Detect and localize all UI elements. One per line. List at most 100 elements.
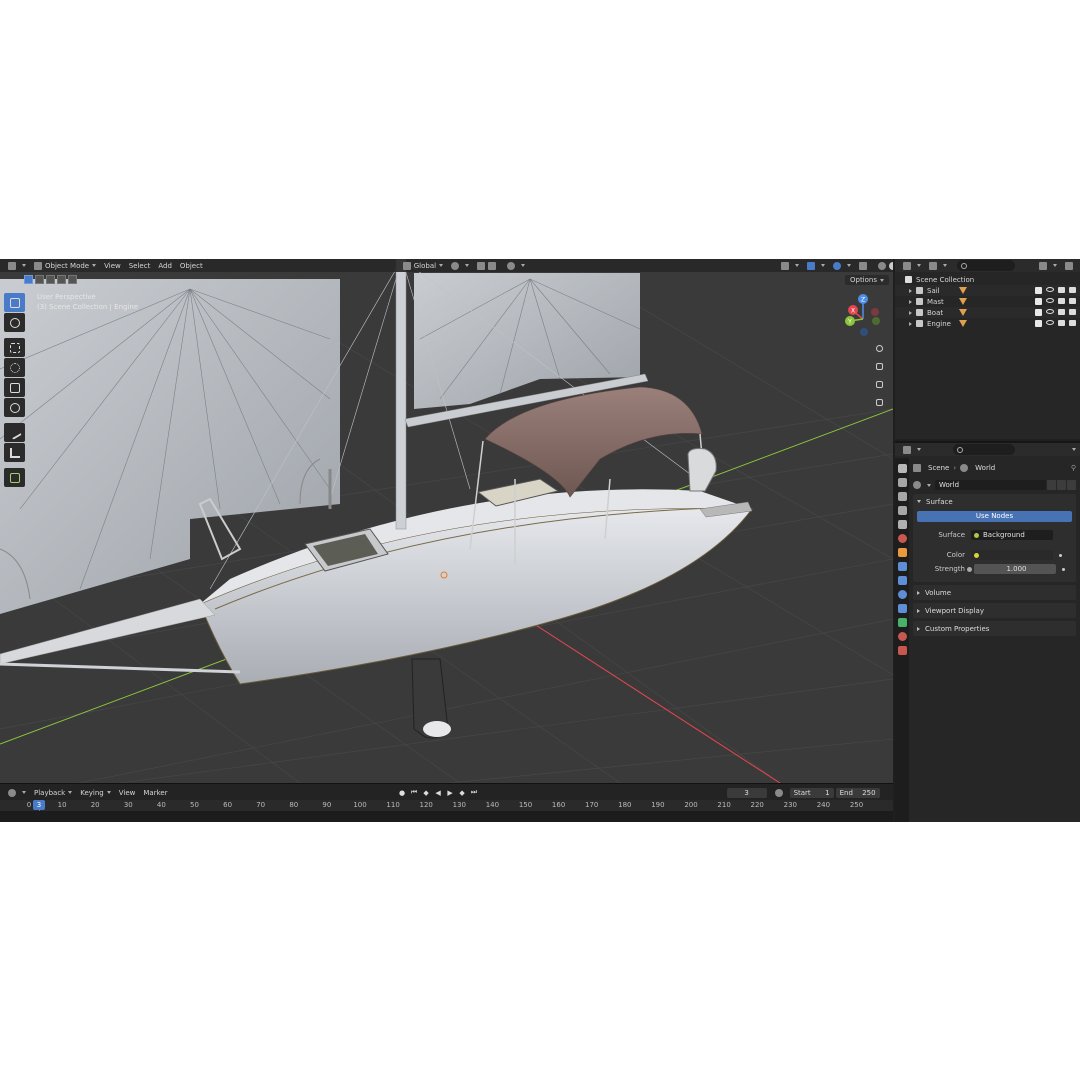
keyframe-dot-icon[interactable] [1059,553,1062,557]
play-reverse-button[interactable]: ◀ [434,788,443,797]
volume-panel-header[interactable]: Volume [913,585,1076,600]
keyframe-dot-icon[interactable] [1062,567,1065,571]
move-tool[interactable] [4,338,25,357]
eye-icon[interactable] [1046,287,1054,292]
pin-icon[interactable]: ⚲ [1071,464,1076,472]
texture-tab-icon[interactable] [897,646,907,655]
expand-arrow-icon[interactable] [909,288,912,293]
menu-playback[interactable]: Playback [30,787,76,798]
jump-end-button[interactable]: ⏭ [470,788,479,797]
transform-orientation-dropdown[interactable]: Global [399,260,447,271]
start-frame-field[interactable]: Start 1 [789,787,834,798]
current-frame-indicator[interactable]: 3 [32,800,45,810]
scene-tab-icon[interactable] [897,520,907,529]
menu-select[interactable]: Select [125,260,155,271]
strength-field[interactable]: 1.000 [974,564,1056,574]
properties-options-button[interactable] [1065,444,1080,455]
solid-shading-icon[interactable] [889,261,893,270]
select-invert-icon[interactable] [57,275,66,284]
eye-icon[interactable] [1046,298,1054,303]
world-tab-icon[interactable] [897,534,907,543]
viewport-disable-icon[interactable] [1058,298,1065,304]
exclude-checkbox[interactable] [1035,298,1042,305]
editor-type-button[interactable] [4,260,30,271]
menu-timeline-view[interactable]: View [115,787,140,798]
select-box-tool[interactable] [4,293,25,312]
render-camera-icon[interactable] [1069,298,1076,304]
volume-panel[interactable]: Volume [913,585,1076,600]
render-tab-icon[interactable] [897,478,907,487]
pivot-point-button[interactable] [447,260,473,271]
constraints-tab-icon[interactable] [897,604,907,613]
next-keyframe-button[interactable]: ◆ [458,788,467,797]
world-browse-icon[interactable] [913,481,921,489]
exclude-checkbox[interactable] [1035,287,1042,294]
menu-view[interactable]: View [100,260,125,271]
outliner-item-engine[interactable]: Engine [895,318,1080,329]
overlay-toggle[interactable] [829,260,855,271]
properties-search-input[interactable] [953,444,1015,455]
tool-tab-icon[interactable] [897,464,907,473]
frame-ruler[interactable]: 0 10 20 30 40 50 60 70 80 90 100 110 120 130 140 150 160… [0,800,893,822]
3d-viewport[interactable]: Object Mode View Select Add Object Globa… [0,259,893,783]
add-cube-tool[interactable] [4,468,25,487]
unlink-world-button[interactable] [1067,480,1076,490]
exclude-checkbox[interactable] [1035,309,1042,316]
menu-object[interactable]: Object [176,260,207,271]
display-mode-dropdown[interactable] [925,260,951,271]
jump-start-button[interactable]: ⏮ [410,788,419,797]
navigation-gizmo[interactable]: Z X Y [838,289,888,339]
current-frame-field[interactable]: 3 [726,787,767,798]
eye-icon[interactable] [1046,309,1054,314]
visibility-dropdown[interactable] [777,260,803,271]
particles-tab-icon[interactable] [897,576,907,585]
outliner-item-sail[interactable]: Sail [895,285,1080,296]
surface-panel-header[interactable]: Surface [913,494,1076,509]
modifier-tab-icon[interactable] [897,562,907,571]
scale-tool[interactable] [4,378,25,397]
color-swatch[interactable] [971,550,1053,560]
cursor-tool[interactable] [4,313,25,332]
viewport-disable-icon[interactable] [1058,320,1065,326]
timeline-track[interactable] [0,811,893,822]
zoom-button[interactable] [872,341,887,356]
data-tab-icon[interactable] [897,618,907,627]
snap-toggle[interactable] [473,260,503,271]
expand-arrow-icon[interactable] [909,310,912,315]
rotate-tool[interactable] [4,358,25,377]
output-tab-icon[interactable] [897,492,907,501]
menu-add[interactable]: Add [154,260,176,271]
gizmo-toggle[interactable] [803,260,829,271]
proportional-edit-toggle[interactable] [503,260,529,271]
exclude-checkbox[interactable] [1035,320,1042,327]
xray-toggle[interactable] [855,260,874,271]
record-button[interactable]: ● [398,788,407,797]
outliner-search-input[interactable] [957,260,1015,271]
render-camera-icon[interactable] [1069,309,1076,315]
select-new-icon[interactable] [24,275,33,284]
filter-dropdown[interactable] [1035,260,1061,271]
eye-icon[interactable] [1046,320,1054,325]
properties-editor-type[interactable] [899,444,925,455]
camera-view-button[interactable] [872,377,887,392]
expand-arrow-icon[interactable] [909,299,912,304]
world-name-field[interactable]: World [935,480,1046,490]
annotate-tool[interactable] [4,423,25,442]
outliner-editor-type[interactable] [899,260,925,271]
shading-buttons[interactable] [874,260,893,271]
surface-shader-field[interactable]: Background [971,530,1053,540]
mode-dropdown[interactable]: Object Mode [30,260,101,271]
outliner-item-mast[interactable]: Mast [895,296,1080,307]
menu-marker[interactable]: Marker [139,787,171,798]
use-nodes-button[interactable]: Use Nodes [917,511,1072,522]
prev-keyframe-button[interactable]: ◆ [422,788,431,797]
object-tab-icon[interactable] [897,548,907,557]
scene-collection-row[interactable]: Scene Collection [895,274,1080,285]
wireframe-shading-icon[interactable] [878,261,887,270]
select-subtract-icon[interactable] [46,275,55,284]
select-intersect-icon[interactable] [68,275,77,284]
custom-properties-panel[interactable]: Custom Properties [913,621,1076,636]
measure-tool[interactable] [4,443,25,462]
expand-arrow-icon[interactable] [909,321,912,326]
ortho-toggle-button[interactable] [872,395,887,410]
